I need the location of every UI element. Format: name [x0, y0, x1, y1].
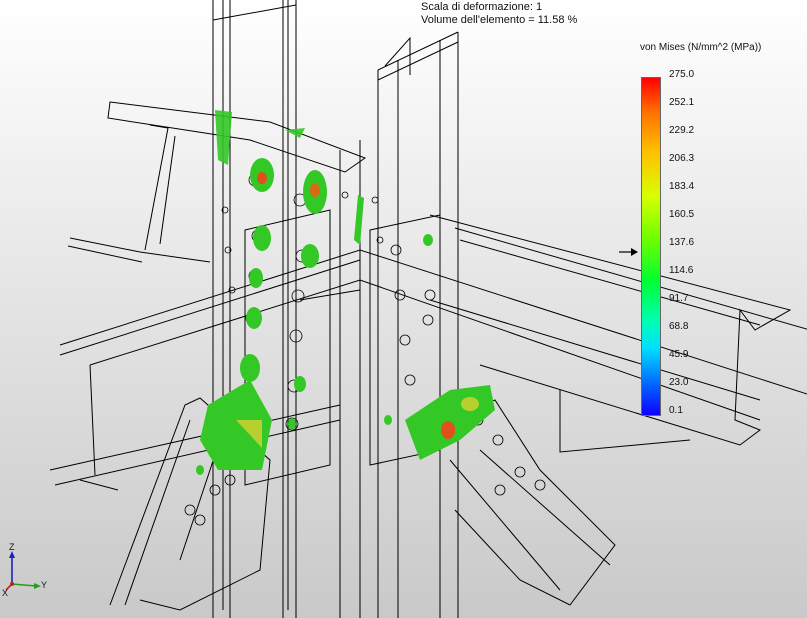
- deformation-scale-label: Scala di deformazione: 1: [421, 1, 543, 13]
- legend-tick: 229.2: [669, 125, 695, 136]
- legend-tick: 252.1: [669, 97, 695, 108]
- yield-indicator-arrow-icon: [619, 248, 638, 256]
- legend-tick: 45.9: [669, 349, 689, 360]
- legend-tick: 23.0: [669, 377, 689, 388]
- coordinate-triad: Z Y X: [2, 542, 52, 598]
- legend-tick: 275.0: [669, 69, 695, 80]
- legend-tick: 68.8: [669, 321, 689, 332]
- legend-tick: 206.3: [669, 153, 695, 164]
- y-axis-label: Y: [41, 580, 48, 590]
- model-wireframe: [49, 0, 807, 618]
- legend-tick: 91.7: [669, 293, 689, 304]
- legend-tick: 0.1: [669, 405, 683, 416]
- x-axis-label: X: [2, 588, 9, 598]
- legend-tick: 160.5: [669, 209, 695, 220]
- legend-tick: 114.6: [669, 265, 694, 276]
- fea-viewport[interactable]: Scala di deformazione: 1 Volume dell'ele…: [0, 0, 807, 618]
- study-info: Scala di deformazione: 1 Volume dell'ele…: [421, 1, 577, 27]
- element-volume-label: Volume dell'elemento = 11.58 %: [421, 14, 578, 26]
- stress-colorbar: [641, 77, 661, 416]
- legend-tick: 183.4: [669, 181, 695, 192]
- legend-title: von Mises (N/mm^2 (MPa)): [640, 42, 762, 53]
- legend-tick: 137.6: [669, 237, 695, 248]
- z-axis-label: Z: [9, 542, 15, 552]
